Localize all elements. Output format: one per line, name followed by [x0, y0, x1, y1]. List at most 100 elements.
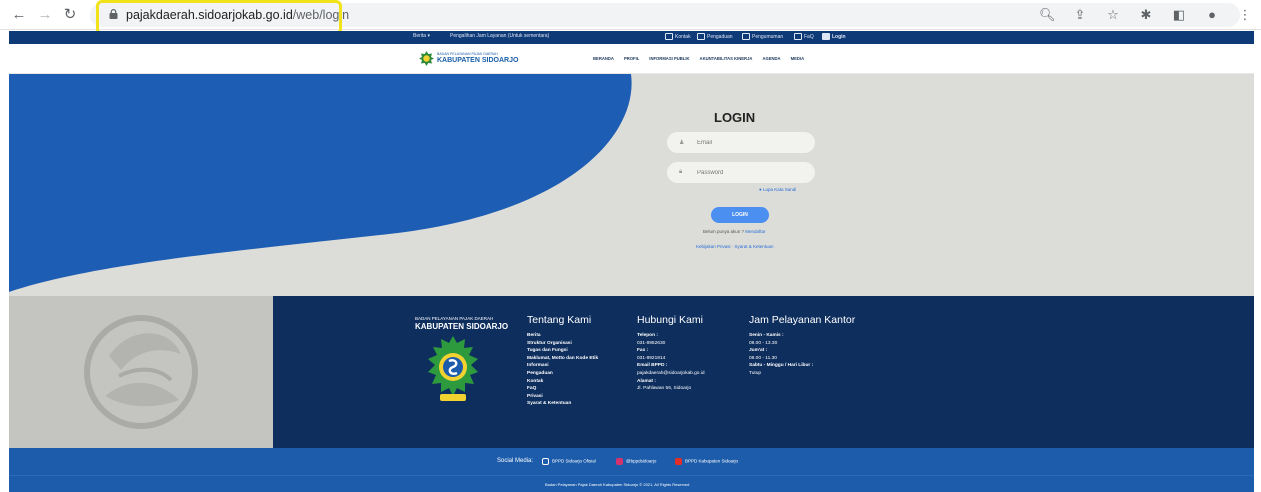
top-bar: Berita ▾ Pengalihan Jam Layanan (Untuk s… — [9, 31, 1254, 44]
footer-alamat-label: Alamat : — [637, 378, 656, 384]
instagram-icon — [616, 458, 623, 465]
footer-brand-title: KABUPATEN SIDOARJO — [415, 322, 509, 331]
topbar-berita-label: Berita — [413, 33, 427, 39]
hero-blue-wave — [9, 74, 632, 292]
social-facebook-label: BPPD Sidoarjo Ofisial — [552, 458, 596, 464]
footer-link-maklumat[interactable]: Maklumat, Motto dan Kode Etik — [527, 355, 598, 363]
footer-brand-subtitle: BADAN PELAYANAN PAJAK DAERAH — [415, 316, 494, 321]
question-icon — [794, 33, 802, 40]
footer-jam-pelayanan: Jam Pelayanan Kantor Senin - Kamis : 08.… — [749, 314, 855, 378]
login-title: LOGIN — [714, 110, 756, 125]
register-link[interactable]: Mendaftar — [745, 229, 765, 234]
footer-watermark-panel — [9, 296, 273, 448]
footer-email-label: Email BPPD : — [637, 363, 668, 369]
menu-profil[interactable]: PROFIL — [624, 56, 639, 61]
bookmark-star-icon[interactable]: ☆ — [1105, 7, 1121, 23]
footer-email-value[interactable]: pajakdaerah@sidoarjokab.go.id — [637, 370, 705, 378]
footer-link-struktur[interactable]: Struktur Organisasi — [527, 340, 598, 348]
footer-link-kontak[interactable]: Kontak — [527, 378, 598, 386]
browser-toolbar: ← → ↻ pajakdaerah.sidoarjokab.go.id/web/… — [0, 0, 1261, 35]
menu-beranda[interactable]: BERANDA — [593, 56, 614, 61]
zoom-icon[interactable]: 🔍︎ — [1039, 7, 1056, 23]
reload-icon[interactable]: ↻ — [61, 6, 79, 24]
menu-agenda[interactable]: AGENDA — [762, 56, 780, 61]
browser-actions: 🔍︎ ⇪ ☆ ✱ ◧ ● ⋮ — [1039, 7, 1253, 23]
footer-sabtu-value: Tutup — [749, 370, 762, 376]
main-menu: BERANDA PROFIL INFORMASI PUBLIK AKUNTABI… — [593, 56, 804, 61]
topbar-pengaduan-label: Pengaduan — [707, 33, 733, 40]
social-media-label: Social Media: — [497, 458, 534, 464]
topbar-login[interactable]: Login — [822, 33, 846, 40]
footer-link-faq[interactable]: FaQ — [527, 385, 598, 393]
social-youtube-label: BPPD Kabupaten Sidoarjo — [685, 458, 739, 464]
sidoarjo-emblem-icon[interactable] — [419, 51, 434, 66]
share-icon[interactable]: ⇪ — [1072, 7, 1088, 23]
topbar-pengalihan[interactable]: Pengalihan Jam Layanan (Untuk sementara) — [450, 33, 549, 39]
main-navigation: BADAN PELAYANAN PAJAK DAERAH KABUPATEN S… — [9, 44, 1254, 74]
email-field[interactable] — [667, 132, 815, 153]
logo-title[interactable]: KABUPATEN SIDOARJO — [437, 57, 518, 64]
sidoarjo-coat-of-arms-icon — [428, 336, 478, 401]
forgot-password-label: Lupa Kata Sandi — [762, 187, 797, 192]
user-icon — [822, 33, 830, 40]
topbar-faq[interactable]: FaQ — [794, 33, 814, 40]
footer-tentang-kami: Tentang Kami Berita Struktur Organisasi … — [527, 314, 598, 408]
topbar-login-label: Login — [832, 33, 846, 40]
footer-link-syarat[interactable]: Syarat & Ketentuan — [527, 400, 598, 408]
announcement-icon — [742, 33, 750, 40]
social-instagram-link[interactable]: @bppdsidoarjo — [616, 458, 656, 465]
footer-link-informasi[interactable]: Informasi — [527, 362, 598, 370]
menu-informasi-publik[interactable]: INFORMASI PUBLIK — [649, 56, 689, 61]
facebook-icon — [542, 458, 549, 465]
footer-link-tugas[interactable]: Tugas dan Fungsi — [527, 347, 598, 355]
topbar-pengumuman-label: Pengumuman — [752, 33, 784, 40]
copyright-text: Badan Pelayanan Pajak Daerah Kabupaten S… — [545, 482, 690, 487]
topbar-kontak-label: Kontak — [675, 33, 691, 40]
menu-media[interactable]: MEDIA — [791, 56, 805, 61]
login-hero: LOGIN ♟ 🔒︎ ● Lupa Kata Sandi LOGIN Belum… — [9, 74, 1254, 296]
youtube-icon — [675, 458, 682, 465]
logo-subtitle: BADAN PELAYANAN PAJAK DAERAH — [437, 52, 498, 56]
password-field[interactable] — [667, 162, 815, 183]
edit-icon — [697, 33, 705, 40]
profile-avatar-icon[interactable]: ● — [1204, 7, 1220, 23]
copyright-bar: Badan Pelayanan Pajak Daerah Kabupaten S… — [9, 475, 1254, 492]
footer-alamat-value: Jl. Pahlawan 56, Sidoarjo — [637, 386, 692, 392]
footer-link-privasi[interactable]: Privasi — [527, 393, 598, 401]
social-instagram-label: @bppdsidoarjo — [626, 458, 657, 464]
topbar-pengumuman[interactable]: Pengumuman — [742, 33, 783, 40]
footer-tentang-title: Tentang Kami — [527, 314, 592, 326]
email-user-icon: ♟ — [679, 140, 685, 146]
footer-fax-value: 031-8921914 — [637, 355, 666, 361]
topbar-faq-label: FaQ — [804, 33, 814, 40]
shrimp-fish-watermark-icon — [84, 315, 198, 429]
footer-link-berita[interactable]: Berita — [527, 332, 598, 340]
menu-akuntabilitas-kinerja[interactable]: AKUNTABILITAS KINERJA — [700, 56, 753, 61]
register-prefix: Belum punya akun ? — [703, 229, 745, 234]
login-button[interactable]: LOGIN — [711, 207, 769, 223]
url-highlight-box — [96, 0, 342, 35]
topbar-pengaduan[interactable]: Pengaduan — [697, 33, 733, 40]
footer-fax-label: Fax : — [637, 348, 649, 354]
forward-arrow-icon[interactable]: → — [36, 6, 54, 24]
back-arrow-icon[interactable]: ← — [10, 6, 28, 24]
phone-icon — [665, 33, 673, 40]
footer-sabtu-label: Sabtu - Minggu / Hari Libur : — [749, 363, 814, 369]
forgot-password-link[interactable]: ● Lupa Kata Sandi — [759, 187, 796, 192]
footer-senin-value: 08.00 - 13.30 — [749, 340, 778, 346]
footer-telepon-label: Telepon : — [637, 333, 658, 338]
menu-kebab-icon[interactable]: ⋮ — [1237, 7, 1253, 23]
footer-jumat-value: 08.00 - 11.30 — [749, 355, 777, 361]
footer-link-pengaduan[interactable]: Pengaduan — [527, 370, 598, 378]
privacy-terms-link[interactable]: Kebijakan Privasi · Syarat & Ketentuan — [696, 244, 774, 249]
topbar-berita[interactable]: Berita ▾ — [413, 33, 430, 39]
social-facebook-link[interactable]: BPPD Sidoarjo Ofisial — [542, 458, 596, 465]
password-lock-icon: 🔒︎ — [679, 169, 683, 175]
social-youtube-link[interactable]: BPPD Kabupaten Sidoarjo — [675, 458, 738, 465]
footer-jumat-label: Jum'at : — [749, 348, 768, 354]
topbar-kontak[interactable]: Kontak — [665, 33, 691, 40]
footer-hubungi-title: Hubungi Kami — [637, 314, 703, 326]
side-panel-icon[interactable]: ◧ — [1171, 7, 1187, 23]
extensions-puzzle-icon[interactable]: ✱ — [1138, 7, 1154, 23]
footer: BADAN PELAYANAN PAJAK DAERAH KABUPATEN S… — [9, 296, 1254, 448]
